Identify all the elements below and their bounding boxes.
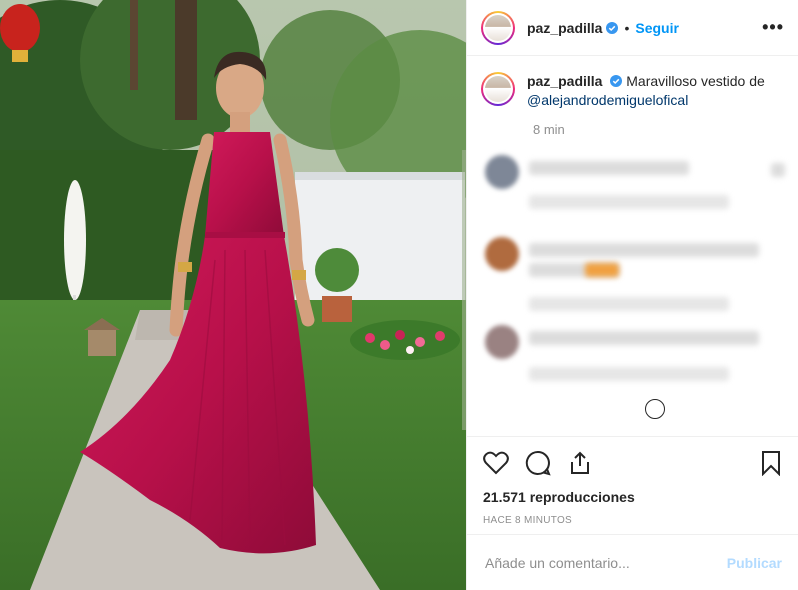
caption: paz_padilla Maravilloso vestido de @alej… (481, 72, 784, 110)
verified-icon (606, 21, 619, 34)
post-actions: 21.571 reproducciones HACE 8 MINUTOS (467, 436, 798, 526)
blurred-comment (481, 325, 784, 419)
header-separator: • (624, 19, 630, 36)
comment-icon[interactable] (525, 450, 551, 476)
caption-mention[interactable]: @alejandrodemiguelofical (527, 92, 688, 108)
caption-avatar[interactable] (481, 72, 515, 106)
blurred-avatar (485, 237, 519, 271)
post-sidebar: paz_padilla • Seguir ••• paz_padilla Mar… (466, 0, 798, 590)
blurred-avatar (485, 155, 519, 189)
follow-button[interactable]: Seguir (635, 20, 679, 36)
add-comment-bar: Publicar (467, 534, 798, 590)
author-avatar[interactable] (481, 10, 515, 45)
comments-list[interactable]: paz_padilla Maravilloso vestido de @alej… (467, 56, 798, 434)
comment-input[interactable] (483, 553, 727, 572)
blurred-comment (481, 155, 785, 241)
caption-body: Maravilloso vestido de (626, 73, 765, 89)
heart-icon[interactable] (483, 451, 509, 475)
caption-username[interactable]: paz_padilla (527, 73, 602, 89)
action-icons (483, 449, 782, 477)
blurred-comment (481, 237, 784, 327)
verified-icon (610, 75, 623, 87)
blurred-comments (481, 155, 785, 419)
share-icon[interactable] (567, 450, 593, 476)
author-username[interactable]: paz_padilla (527, 20, 602, 36)
bookmark-icon[interactable] (760, 450, 782, 476)
caption-text: paz_padilla Maravilloso vestido de @alej… (527, 72, 765, 110)
post-header: paz_padilla • Seguir ••• (467, 0, 798, 56)
view-count[interactable]: 21.571 reproducciones (483, 489, 782, 505)
post-photo (0, 0, 466, 590)
blurred-avatar (485, 325, 519, 359)
caption-time[interactable]: 8 min (533, 122, 784, 137)
post-timestamp[interactable]: HACE 8 MINUTOS (483, 515, 782, 526)
publish-button[interactable]: Publicar (727, 555, 782, 571)
post-media-video[interactable] (0, 0, 466, 590)
load-more-icon[interactable] (645, 399, 665, 419)
more-options-icon[interactable]: ••• (762, 17, 784, 38)
